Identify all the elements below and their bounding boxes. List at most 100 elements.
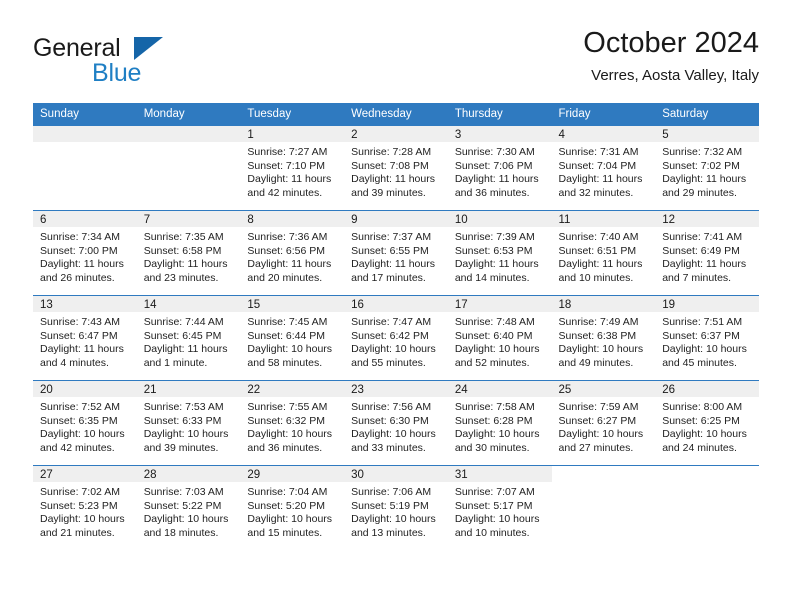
daylight-text-line1: Daylight: 11 hours bbox=[662, 173, 747, 186]
calendar-day-cell[interactable]: 17 Sunrise: 7:48 AM Sunset: 6:40 PM Dayligh… bbox=[447, 295, 552, 381]
daylight-text-line2: and 14 minutes. bbox=[454, 271, 530, 284]
sunset-text: Sunset: 6:47 PM bbox=[40, 329, 118, 342]
calendar-week-row: 27 Sunrise: 7:02 AM Sunset: 5:23 PM Dayligh… bbox=[33, 465, 759, 550]
day-details: Sunrise: 7:56 AM Sunset: 6:30 PM Daylight:… bbox=[344, 397, 448, 455]
sunset-text: Sunset: 6:49 PM bbox=[662, 244, 740, 257]
day-details: Sunrise: 7:47 AM Sunset: 6:42 PM Daylight:… bbox=[344, 312, 448, 370]
calendar-day-cell[interactable]: 28 Sunrise: 7:03 AM Sunset: 5:22 PM Dayligh… bbox=[136, 465, 241, 550]
calendar-day-cell[interactable]: 12 Sunrise: 7:41 AM Sunset: 6:49 PM Dayligh… bbox=[655, 210, 759, 296]
daylight-text-line1: Daylight: 11 hours bbox=[351, 258, 435, 271]
daylight-text-line2: and 36 minutes. bbox=[454, 186, 530, 199]
day-details: Sunrise: 7:49 AM Sunset: 6:38 PM Daylight:… bbox=[552, 312, 656, 370]
sunrise-text: Sunrise: 7:45 AM bbox=[247, 316, 328, 328]
calendar-day-cell[interactable]: 1 Sunrise: 7:27 AM Sunset: 7:10 PM Daylight… bbox=[240, 126, 345, 211]
day-details: Sunrise: 7:30 AM Sunset: 7:06 PM Daylight:… bbox=[448, 142, 552, 200]
day-details: Sunrise: 7:36 AM Sunset: 6:56 PM Daylight:… bbox=[240, 227, 344, 285]
day-details: Sunrise: 7:28 AM Sunset: 7:08 PM Daylight:… bbox=[344, 142, 448, 200]
calendar-day-cell[interactable]: 22 Sunrise: 7:55 AM Sunset: 6:32 PM Dayligh… bbox=[240, 380, 345, 466]
daylight-text-line1: Daylight: 10 hours bbox=[454, 428, 540, 441]
day-details: Sunrise: 7:53 AM Sunset: 6:33 PM Daylight:… bbox=[137, 397, 241, 455]
daylight-text-line1: Daylight: 11 hours bbox=[143, 258, 228, 271]
calendar-day-cell[interactable]: 19 Sunrise: 7:51 AM Sunset: 6:37 PM Dayligh… bbox=[655, 295, 759, 381]
day-number: 4 bbox=[551, 126, 656, 142]
calendar-day-cell[interactable]: 2 Sunrise: 7:28 AM Sunset: 7:08 PM Daylight… bbox=[344, 126, 448, 211]
daylight-text-line1: Daylight: 11 hours bbox=[40, 258, 124, 271]
daylight-text-line2: and 7 minutes. bbox=[662, 271, 732, 284]
weekday-header-tuesday: Tuesday bbox=[240, 103, 345, 126]
daylight-text-line1: Daylight: 10 hours bbox=[351, 428, 436, 441]
day-number: 29 bbox=[240, 466, 345, 482]
calendar-day-cell[interactable]: 3 Sunrise: 7:30 AM Sunset: 7:06 PM Daylight… bbox=[447, 126, 552, 211]
daylight-text-line1: Daylight: 11 hours bbox=[40, 343, 124, 356]
calendar-day-cell[interactable]: 27 Sunrise: 7:02 AM Sunset: 5:23 PM Dayligh… bbox=[33, 465, 137, 550]
sunrise-text: Sunrise: 8:00 AM bbox=[662, 401, 743, 413]
day-number bbox=[655, 466, 759, 482]
calendar-day-cell[interactable]: 14 Sunrise: 7:44 AM Sunset: 6:45 PM Dayligh… bbox=[136, 295, 241, 381]
calendar-day-cell[interactable]: 15 Sunrise: 7:45 AM Sunset: 6:44 PM Dayligh… bbox=[240, 295, 345, 381]
calendar-day-cell[interactable]: 13 Sunrise: 7:43 AM Sunset: 6:47 PM Dayligh… bbox=[33, 295, 137, 381]
day-details: Sunrise: 7:39 AM Sunset: 6:53 PM Daylight:… bbox=[448, 227, 552, 285]
daylight-text-line2: and 29 minutes. bbox=[662, 186, 737, 199]
daylight-text-line2: and 58 minutes. bbox=[247, 356, 323, 369]
calendar-day-cell[interactable]: 23 Sunrise: 7:56 AM Sunset: 6:30 PM Dayligh… bbox=[344, 380, 448, 466]
day-details: Sunrise: 7:43 AM Sunset: 6:47 PM Daylight:… bbox=[33, 312, 137, 370]
calendar-day-cell[interactable]: 7 Sunrise: 7:35 AM Sunset: 6:58 PM Daylight… bbox=[136, 210, 241, 296]
calendar-day-cell[interactable]: 8 Sunrise: 7:36 AM Sunset: 6:56 PM Daylight… bbox=[240, 210, 345, 296]
calendar-day-cell[interactable]: 5 Sunrise: 7:32 AM Sunset: 7:02 PM Daylight… bbox=[655, 126, 759, 211]
sunrise-text: Sunrise: 7:51 AM bbox=[662, 316, 743, 328]
calendar-day-cell[interactable]: 10 Sunrise: 7:39 AM Sunset: 6:53 PM Dayligh… bbox=[447, 210, 552, 296]
day-number: 31 bbox=[447, 466, 552, 482]
calendar-day-cell[interactable]: 29 Sunrise: 7:04 AM Sunset: 5:20 PM Dayligh… bbox=[240, 465, 345, 550]
daylight-text-line2: and 4 minutes. bbox=[40, 356, 109, 369]
daylight-text-line2: and 39 minutes. bbox=[351, 186, 426, 199]
calendar-day-cell[interactable]: 9 Sunrise: 7:37 AM Sunset: 6:55 PM Daylight… bbox=[344, 210, 448, 296]
logo-text-blue: Blue bbox=[92, 59, 142, 87]
sunset-text: Sunset: 6:30 PM bbox=[351, 414, 429, 427]
sunset-text: Sunset: 7:08 PM bbox=[351, 159, 429, 172]
daylight-text-line2: and 36 minutes. bbox=[247, 441, 323, 454]
daylight-text-line2: and 52 minutes. bbox=[454, 356, 530, 369]
sunrise-text: Sunrise: 7:04 AM bbox=[247, 486, 328, 498]
calendar-day-cell[interactable]: 24 Sunrise: 7:58 AM Sunset: 6:28 PM Dayligh… bbox=[447, 380, 552, 466]
daylight-text-line1: Daylight: 11 hours bbox=[247, 173, 332, 186]
weekday-header-thursday: Thursday bbox=[447, 103, 552, 126]
calendar-day-cell[interactable]: 11 Sunrise: 7:40 AM Sunset: 6:51 PM Dayligh… bbox=[551, 210, 656, 296]
sunset-text: Sunset: 6:33 PM bbox=[143, 414, 222, 427]
daylight-text-line2: and 32 minutes. bbox=[558, 186, 634, 199]
calendar-day-cell[interactable]: 25 Sunrise: 7:59 AM Sunset: 6:27 PM Dayligh… bbox=[551, 380, 656, 466]
daylight-text-line2: and 26 minutes. bbox=[40, 271, 115, 284]
day-details: Sunrise: 7:48 AM Sunset: 6:40 PM Daylight:… bbox=[448, 312, 552, 370]
daylight-text-line1: Daylight: 10 hours bbox=[454, 343, 540, 356]
calendar-grid: Sunday Monday Tuesday Wednesday Thursday… bbox=[33, 103, 759, 550]
sunset-text: Sunset: 6:27 PM bbox=[558, 414, 637, 427]
weekday-header-friday: Friday bbox=[551, 103, 656, 126]
calendar-day-cell[interactable]: 31 Sunrise: 7:07 AM Sunset: 5:17 PM Dayligh… bbox=[447, 465, 552, 550]
day-number: 21 bbox=[136, 381, 241, 397]
sunrise-text: Sunrise: 7:07 AM bbox=[454, 486, 535, 498]
calendar-day-cell[interactable]: 18 Sunrise: 7:49 AM Sunset: 6:38 PM Dayligh… bbox=[551, 295, 656, 381]
daylight-text-line2: and 30 minutes. bbox=[454, 441, 530, 454]
day-details: Sunrise: 7:31 AM Sunset: 7:04 PM Daylight:… bbox=[552, 142, 656, 200]
sunrise-text: Sunrise: 7:39 AM bbox=[454, 231, 535, 243]
calendar-day-cell[interactable]: 16 Sunrise: 7:47 AM Sunset: 6:42 PM Dayligh… bbox=[344, 295, 448, 381]
calendar-day-cell[interactable]: 20 Sunrise: 7:52 AM Sunset: 6:35 PM Dayligh… bbox=[33, 380, 137, 466]
sunrise-text: Sunrise: 7:30 AM bbox=[454, 146, 535, 158]
day-details: Sunrise: 7:52 AM Sunset: 6:35 PM Daylight:… bbox=[33, 397, 137, 455]
day-number: 7 bbox=[136, 211, 241, 227]
calendar-day-cell[interactable]: 21 Sunrise: 7:53 AM Sunset: 6:33 PM Dayligh… bbox=[136, 380, 241, 466]
day-details: Sunrise: 7:04 AM Sunset: 5:20 PM Daylight:… bbox=[240, 482, 344, 540]
sunset-text: Sunset: 5:22 PM bbox=[143, 499, 222, 512]
daylight-text-line2: and 55 minutes. bbox=[351, 356, 426, 369]
calendar-day-cell[interactable]: 26 Sunrise: 8:00 AM Sunset: 6:25 PM Dayligh… bbox=[655, 380, 759, 466]
sunrise-text: Sunrise: 7:41 AM bbox=[662, 231, 743, 243]
daylight-text-line1: Daylight: 10 hours bbox=[558, 343, 644, 356]
daylight-text-line1: Daylight: 11 hours bbox=[454, 173, 539, 186]
daylight-text-line1: Daylight: 11 hours bbox=[247, 258, 332, 271]
sunrise-text: Sunrise: 7:06 AM bbox=[351, 486, 432, 498]
calendar-day-cell[interactable]: 6 Sunrise: 7:34 AM Sunset: 7:00 PM Daylight… bbox=[33, 210, 137, 296]
calendar-day-cell[interactable]: 4 Sunrise: 7:31 AM Sunset: 7:04 PM Daylight… bbox=[551, 126, 656, 211]
calendar-day-cell[interactable]: 30 Sunrise: 7:06 AM Sunset: 5:19 PM Dayligh… bbox=[344, 465, 448, 550]
sunset-text: Sunset: 7:06 PM bbox=[454, 159, 533, 172]
sunrise-text: Sunrise: 7:34 AM bbox=[40, 231, 120, 243]
day-number: 18 bbox=[551, 296, 656, 312]
